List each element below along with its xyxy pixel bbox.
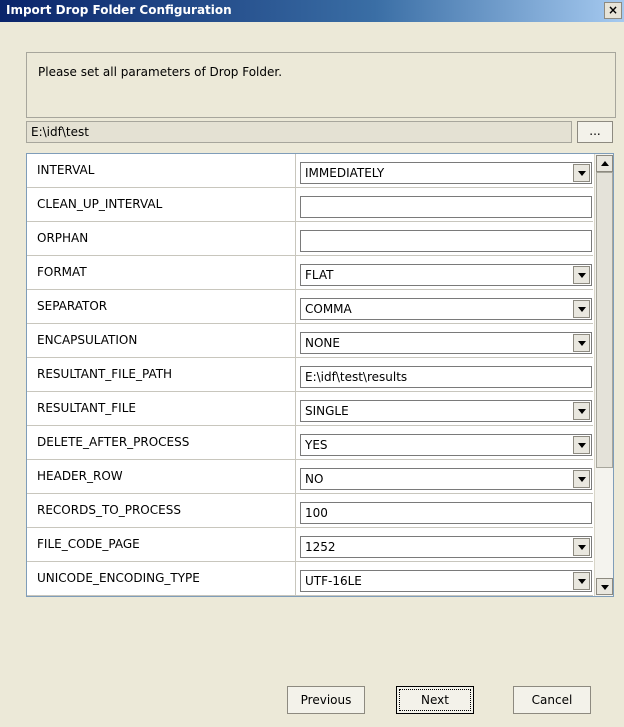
column-divider bbox=[295, 426, 296, 459]
param-input[interactable]: E:\idf\test\results bbox=[300, 366, 592, 388]
param-label: FORMAT bbox=[37, 265, 87, 279]
chevron-down-icon[interactable] bbox=[573, 266, 590, 284]
cancel-button[interactable]: Cancel bbox=[513, 686, 591, 714]
scroll-thumb[interactable] bbox=[596, 172, 613, 468]
param-select[interactable]: NONE bbox=[300, 332, 592, 354]
column-divider bbox=[295, 222, 296, 255]
browse-button[interactable]: ... bbox=[577, 121, 613, 143]
param-value: COMMA bbox=[305, 302, 352, 316]
param-row: CLEAN_UP_INTERVAL bbox=[27, 188, 593, 222]
column-divider bbox=[295, 324, 296, 357]
param-value: NO bbox=[305, 472, 324, 486]
param-label: SEPARATOR bbox=[37, 299, 108, 313]
info-message: Please set all parameters of Drop Folder… bbox=[38, 65, 283, 79]
param-label: CLEAN_UP_INTERVAL bbox=[37, 197, 163, 211]
param-row: HEADER_ROW NO bbox=[27, 460, 593, 494]
column-divider bbox=[295, 392, 296, 425]
param-row: RESULTANT_FILE SINGLE bbox=[27, 392, 593, 426]
param-input[interactable] bbox=[300, 196, 592, 218]
param-value: E:\idf\test\results bbox=[305, 370, 408, 384]
param-label: INTERVAL bbox=[37, 163, 95, 177]
param-row: INTERVAL IMMEDIATELY bbox=[27, 154, 593, 188]
param-label: DELETE_AFTER_PROCESS bbox=[37, 435, 190, 449]
param-select[interactable]: COMMA bbox=[300, 298, 592, 320]
column-divider bbox=[295, 528, 296, 561]
param-select[interactable]: IMMEDIATELY bbox=[300, 162, 592, 184]
column-divider bbox=[295, 494, 296, 527]
chevron-down-icon[interactable] bbox=[573, 164, 590, 182]
param-row: SEPARATOR COMMA bbox=[27, 290, 593, 324]
param-select[interactable]: YES bbox=[300, 434, 592, 456]
param-label: HEADER_ROW bbox=[37, 469, 123, 483]
scroll-down-icon[interactable] bbox=[596, 578, 613, 595]
vertical-scrollbar[interactable] bbox=[594, 154, 613, 596]
column-divider bbox=[295, 562, 296, 595]
chevron-down-icon[interactable] bbox=[573, 470, 590, 488]
param-value: YES bbox=[305, 438, 328, 452]
close-button[interactable]: × bbox=[604, 2, 622, 19]
param-input[interactable]: 100 bbox=[300, 502, 592, 524]
column-divider bbox=[295, 154, 296, 187]
param-label: RESULTANT_FILE_PATH bbox=[37, 367, 173, 381]
param-label: RESULTANT_FILE bbox=[37, 401, 136, 415]
param-row: FILE_CODE_PAGE 1252 bbox=[27, 528, 593, 562]
chevron-down-icon[interactable] bbox=[573, 300, 590, 318]
param-row: ENCAPSULATION NONE bbox=[27, 324, 593, 358]
chevron-down-icon[interactable] bbox=[573, 538, 590, 556]
folder-path-field[interactable]: E:\idf\test bbox=[26, 121, 572, 143]
param-select[interactable]: FLAT bbox=[300, 264, 592, 286]
param-row: UNICODE_ENCODING_TYPE UTF-16LE bbox=[27, 562, 593, 596]
chevron-down-icon[interactable] bbox=[573, 334, 590, 352]
title-bar: Import Drop Folder Configuration × bbox=[0, 0, 624, 22]
param-label: RECORDS_TO_PROCESS bbox=[37, 503, 181, 517]
param-value: 100 bbox=[305, 506, 328, 520]
chevron-down-icon[interactable] bbox=[573, 572, 590, 590]
next-button[interactable]: Next bbox=[396, 686, 474, 714]
param-value: 1252 bbox=[305, 540, 336, 554]
column-divider bbox=[295, 358, 296, 391]
scroll-up-icon[interactable] bbox=[596, 155, 613, 172]
info-panel: Please set all parameters of Drop Folder… bbox=[26, 52, 616, 118]
param-value: NONE bbox=[305, 336, 340, 350]
param-label: UNICODE_ENCODING_TYPE bbox=[37, 571, 200, 585]
param-row: DELETE_AFTER_PROCESS YES bbox=[27, 426, 593, 460]
param-value: UTF-16LE bbox=[305, 574, 362, 588]
chevron-down-icon[interactable] bbox=[573, 402, 590, 420]
param-row: RECORDS_TO_PROCESS 100 bbox=[27, 494, 593, 528]
chevron-down-icon[interactable] bbox=[573, 436, 590, 454]
param-row: RESULTANT_FILE_PATH E:\idf\test\results bbox=[27, 358, 593, 392]
param-label: FILE_CODE_PAGE bbox=[37, 537, 140, 551]
param-label: ENCAPSULATION bbox=[37, 333, 138, 347]
param-select[interactable]: UTF-16LE bbox=[300, 570, 592, 592]
param-select[interactable]: NO bbox=[300, 468, 592, 490]
parameter-grid: INTERVAL IMMEDIATELY CLEAN_UP_INTERVAL ORPH… bbox=[26, 153, 614, 597]
column-divider bbox=[295, 188, 296, 221]
column-divider bbox=[295, 290, 296, 323]
param-input[interactable] bbox=[300, 230, 592, 252]
param-value: IMMEDIATELY bbox=[305, 166, 385, 180]
previous-button[interactable]: Previous bbox=[287, 686, 365, 714]
param-select[interactable]: 1252 bbox=[300, 536, 592, 558]
param-select[interactable]: SINGLE bbox=[300, 400, 592, 422]
param-row: ORPHAN bbox=[27, 222, 593, 256]
param-value: FLAT bbox=[305, 268, 334, 282]
param-row: FORMAT FLAT bbox=[27, 256, 593, 290]
param-value: SINGLE bbox=[305, 404, 349, 418]
column-divider bbox=[295, 460, 296, 493]
param-label: ORPHAN bbox=[37, 231, 89, 245]
window-title: Import Drop Folder Configuration bbox=[6, 3, 232, 17]
column-divider bbox=[295, 256, 296, 289]
